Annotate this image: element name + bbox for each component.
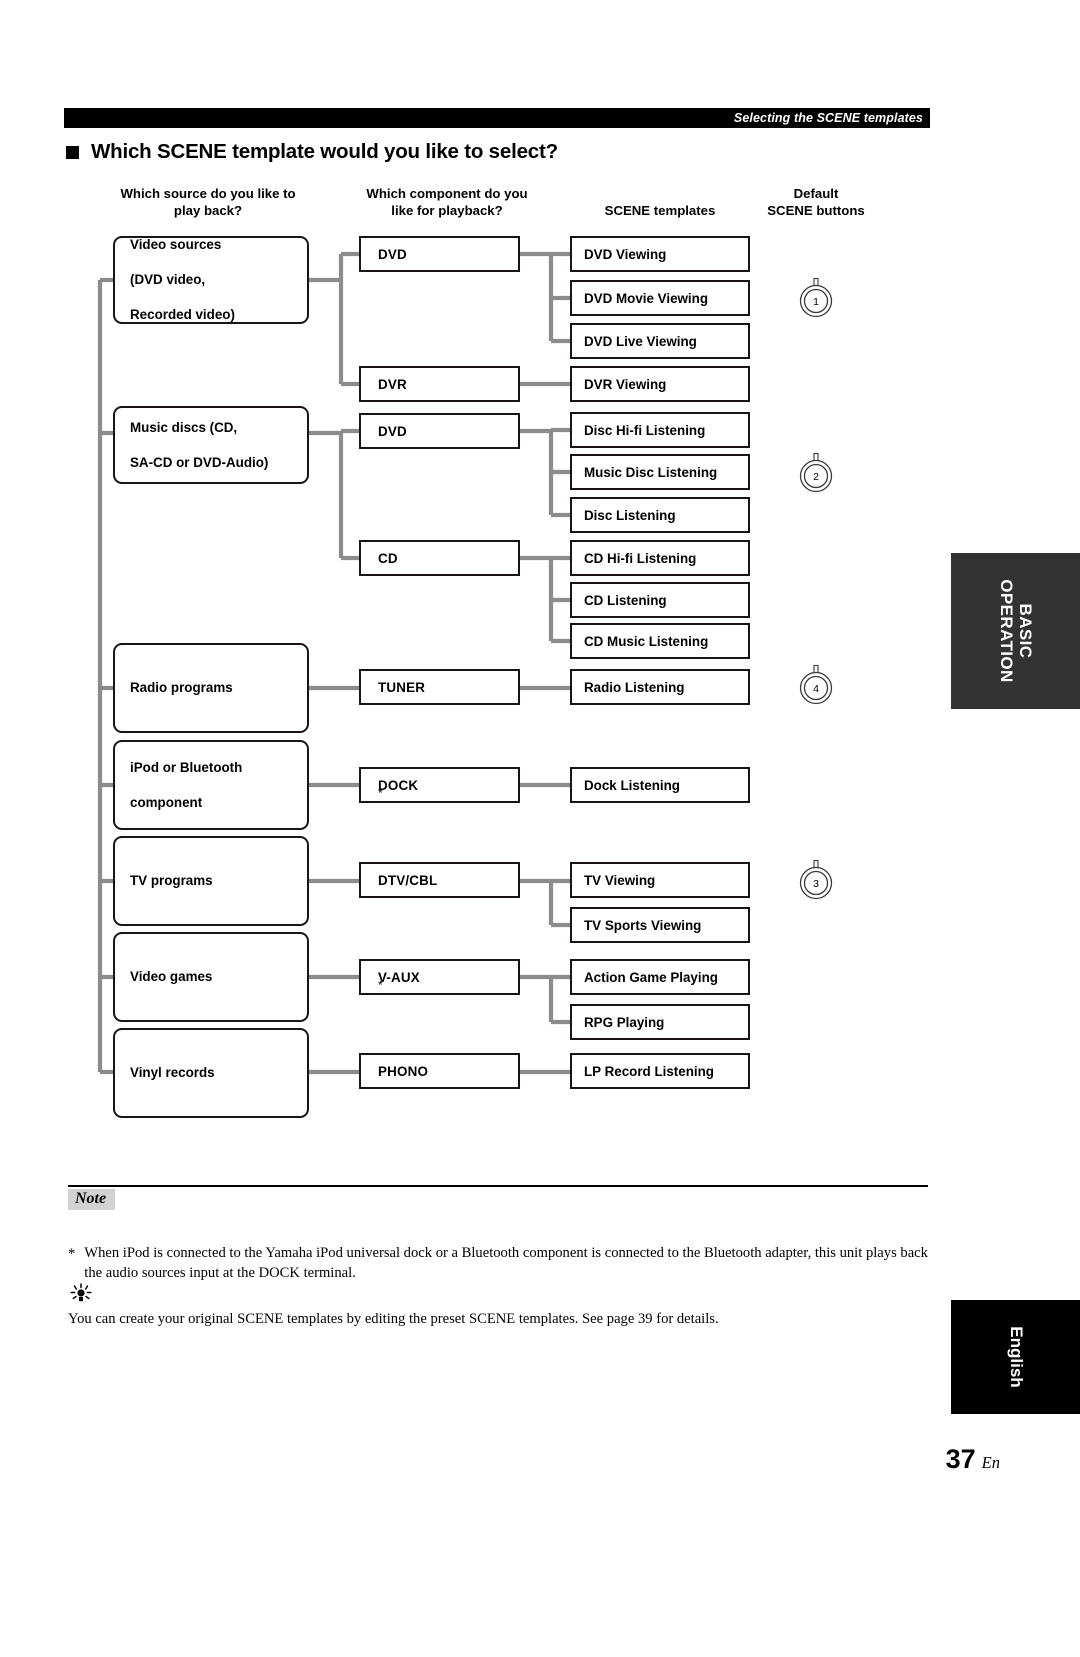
- scene-button-number: 3: [813, 878, 819, 890]
- template-box-radio-listening[interactable]: Radio Listening: [570, 669, 750, 705]
- component-box-dvd-1[interactable]: DVD: [359, 236, 520, 272]
- component-box-dvd-2[interactable]: DVD: [359, 413, 520, 449]
- source-box-music-discs[interactable]: Music discs (CD, SA-CD or DVD-Audio): [113, 406, 309, 484]
- scene-button-number: 1: [813, 296, 819, 308]
- scene-button-number: 2: [813, 471, 819, 483]
- component-box-v-aux[interactable]: V-AUX *: [359, 959, 520, 995]
- source-line: Video games: [130, 969, 213, 985]
- template-box-lp-record-listening[interactable]: LP Record Listening: [570, 1053, 750, 1089]
- source-box-tv-programs[interactable]: TV programs: [113, 836, 309, 926]
- footnote-marker: *: [68, 1246, 76, 1262]
- source-line: iPod or Bluetooth: [130, 759, 243, 775]
- tip-text: You can create your original SCENE templ…: [68, 1311, 719, 1327]
- source-box-video-games[interactable]: Video games: [113, 932, 309, 1022]
- note-section: Note: [68, 1185, 928, 1210]
- source-line: Vinyl records: [130, 1065, 215, 1081]
- side-tab-basic-label: BASIC OPERATION: [996, 579, 1035, 683]
- template-box-music-disc-listening[interactable]: Music Disc Listening: [570, 454, 750, 490]
- template-box-cd-listening[interactable]: CD Listening: [570, 582, 750, 618]
- source-line: Video sources: [130, 237, 222, 253]
- side-tab-language: English: [951, 1300, 1080, 1414]
- note-divider: [68, 1185, 928, 1187]
- component-box-tuner[interactable]: TUNER: [359, 669, 520, 705]
- source-box-video-sources[interactable]: Video sources (DVD video, Recorded video…: [113, 236, 309, 324]
- side-tab-basic-operation: BASIC OPERATION: [951, 553, 1080, 709]
- footnote: * When iPod is connected to the Yamaha i…: [68, 1243, 948, 1283]
- scene-button-number: 4: [813, 683, 819, 695]
- source-box-vinyl-records[interactable]: Vinyl records: [113, 1028, 309, 1118]
- manual-page: Selecting the SCENE templates Which SCEN…: [0, 0, 1080, 1657]
- component-box-phono[interactable]: PHONO: [359, 1053, 520, 1089]
- side-tab-language-label: English: [1006, 1326, 1026, 1388]
- template-box-tv-viewing[interactable]: TV Viewing: [570, 862, 750, 898]
- source-box-radio-programs[interactable]: Radio programs: [113, 643, 309, 733]
- note-badge: Note: [68, 1188, 116, 1210]
- scene-button-2[interactable]: 2: [796, 451, 836, 495]
- template-box-dvd-live-viewing[interactable]: DVD Live Viewing: [570, 323, 750, 359]
- footnote-text: When iPod is connected to the Yamaha iPo…: [84, 1245, 928, 1281]
- source-line: SA-CD or DVD-Audio): [130, 454, 269, 470]
- source-line: Radio programs: [130, 680, 233, 696]
- component-box-dock[interactable]: DOCK *: [359, 767, 520, 803]
- source-line: (DVD video,: [130, 272, 206, 288]
- template-box-dvr-viewing[interactable]: DVR Viewing: [570, 366, 750, 402]
- template-box-cd-hifi-listening[interactable]: CD Hi-fi Listening: [570, 540, 750, 576]
- template-box-dvd-viewing[interactable]: DVD Viewing: [570, 236, 750, 272]
- template-box-tv-sports-viewing[interactable]: TV Sports Viewing: [570, 907, 750, 943]
- template-box-action-game-playing[interactable]: Action Game Playing: [570, 959, 750, 995]
- template-box-disc-listening[interactable]: Disc Listening: [570, 497, 750, 533]
- template-box-cd-music-listening[interactable]: CD Music Listening: [570, 623, 750, 659]
- template-box-disc-hifi-listening[interactable]: Disc Hi-fi Listening: [570, 412, 750, 448]
- source-line: Music discs (CD,: [130, 419, 238, 435]
- component-box-dtv-cbl[interactable]: DTV/CBL: [359, 862, 520, 898]
- source-line: component: [130, 794, 203, 810]
- page-number: 37 En: [946, 1444, 1000, 1475]
- scene-template-flowchart: Video sources (DVD video, Recorded video…: [0, 0, 1080, 1160]
- component-box-dvr[interactable]: DVR: [359, 366, 520, 402]
- page-number-value: 37: [945, 1444, 976, 1474]
- lightbulb-icon: [68, 1283, 94, 1305]
- source-line: Recorded video): [130, 307, 235, 323]
- component-box-cd[interactable]: CD: [359, 540, 520, 576]
- source-box-ipod-bluetooth[interactable]: iPod or Bluetooth component: [113, 740, 309, 830]
- scene-button-3[interactable]: 3: [796, 858, 836, 902]
- page-number-suffix: En: [981, 1453, 1000, 1472]
- template-box-rpg-playing[interactable]: RPG Playing: [570, 1004, 750, 1040]
- template-box-dock-listening[interactable]: Dock Listening: [570, 767, 750, 803]
- source-line: TV programs: [130, 873, 213, 889]
- template-box-dvd-movie-viewing[interactable]: DVD Movie Viewing: [570, 280, 750, 316]
- scene-button-4[interactable]: 4: [796, 663, 836, 707]
- scene-button-1[interactable]: 1: [796, 276, 836, 320]
